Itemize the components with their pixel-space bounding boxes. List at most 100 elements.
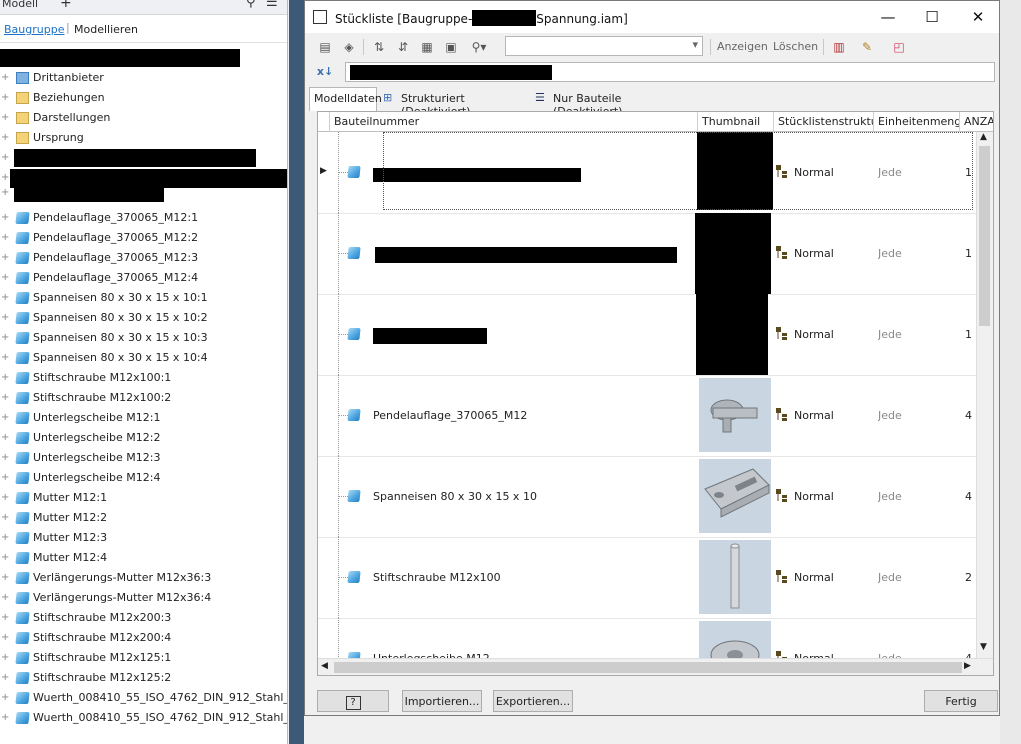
eraser-icon[interactable]: ◈ — [339, 37, 359, 57]
expand-icon[interactable]: + — [1, 288, 9, 308]
part-number-cell[interactable]: Spanneisen 80 x 30 x 15 x 10 — [373, 456, 688, 537]
tree-item[interactable]: + Stiftschraube M12x100:1 — [0, 368, 287, 388]
column-header-anzahl[interactable]: ANZAHL — [960, 112, 993, 132]
expand-icon[interactable]: + — [1, 468, 9, 488]
tab-strukturiert[interactable]: ⊞ Strukturiert (Deaktiviert) — [381, 89, 529, 118]
expand-icon[interactable]: + — [1, 488, 9, 508]
table-row[interactable]: Normal Jede 1 — [318, 213, 976, 295]
table-row[interactable]: Stiftschraube M12x100 Normal Jede 2 — [318, 537, 976, 619]
tree-item[interactable]: + Verlängerungs-Mutter M12x36:3 — [0, 568, 287, 588]
tree-item[interactable]: + — [0, 183, 287, 203]
part-list-icon[interactable]: ◰ — [889, 37, 909, 57]
structure-cell[interactable]: Normal — [794, 294, 870, 375]
tree-item[interactable]: + Spanneisen 80 x 30 x 15 x 10:3 — [0, 328, 287, 348]
tree-item[interactable]: + Ursprung — [0, 128, 287, 148]
view-filter-select[interactable]: ▾ — [505, 36, 703, 56]
column-chooser-icon[interactable]: ▥ — [829, 37, 849, 57]
filter-input[interactable] — [345, 62, 995, 82]
expand-icon[interactable]: + — [1, 628, 9, 648]
tree-item[interactable]: + Drittanbieter — [0, 68, 287, 88]
tree-item[interactable]: + Stiftschraube M12x125:1 — [0, 648, 287, 668]
unit-cell[interactable]: Jede — [878, 294, 958, 375]
structure-cell[interactable]: Normal — [794, 456, 870, 537]
tree-item[interactable]: + Verlängerungs-Mutter M12x36:4 — [0, 588, 287, 608]
tree-item[interactable]: + Mutter M12:1 — [0, 488, 287, 508]
delete-button[interactable]: Löschen — [773, 40, 818, 53]
expand-icon[interactable]: + — [1, 608, 9, 628]
tree-item[interactable]: + Unterlegscheibe M12:3 — [0, 448, 287, 468]
structure-cell[interactable]: Normal — [794, 537, 870, 618]
part-number-cell[interactable]: Stiftschraube M12x100 — [373, 537, 688, 618]
close-button[interactable]: ✕ — [963, 7, 993, 27]
tree-item[interactable]: + Mutter M12:4 — [0, 548, 287, 568]
expand-icon[interactable]: + — [1, 208, 9, 228]
column-header-struktur[interactable]: Stücklistenstruktur — [774, 112, 874, 132]
maximize-button[interactable]: ☐ — [917, 7, 947, 27]
tree-item[interactable]: + Mutter M12:3 — [0, 528, 287, 548]
bom-view-icon[interactable]: ▤ — [315, 37, 335, 57]
renumber-icon[interactable]: ▣ — [441, 37, 461, 57]
scroll-right-icon[interactable]: ▶ — [964, 661, 971, 671]
tree-item[interactable]: + Spanneisen 80 x 30 x 15 x 10:1 — [0, 288, 287, 308]
tree-item[interactable]: + Pendelauflage_370065_M12:2 — [0, 228, 287, 248]
expand-icon[interactable]: + — [1, 448, 9, 468]
expand-icon[interactable]: + — [1, 128, 9, 148]
expand-icon[interactable]: + — [1, 408, 9, 428]
sort-descending-icon[interactable]: ⇵ — [393, 37, 413, 57]
expand-icon[interactable]: + — [1, 183, 9, 203]
vertical-scrollbar[interactable]: ▲ ▼ — [976, 132, 993, 660]
expand-icon[interactable]: + — [1, 148, 9, 168]
scroll-down-icon[interactable]: ▼ — [980, 642, 987, 652]
horizontal-scrollbar[interactable]: ◀ ▶ — [318, 658, 993, 675]
expand-icon[interactable]: + — [1, 588, 9, 608]
expand-icon[interactable]: + — [1, 508, 9, 528]
table-row[interactable]: Normal Jede 1 — [318, 294, 976, 376]
minimize-button[interactable]: — — [873, 7, 903, 27]
find-dropdown-icon[interactable]: ⚲▾ — [465, 37, 493, 57]
tree-item[interactable]: + Wuerth_008410_55_ISO_4762_DIN_912_Stahl… — [0, 688, 287, 708]
tree-item[interactable]: + Stiftschraube M12x100:2 — [0, 388, 287, 408]
expand-icon[interactable]: + — [1, 268, 9, 288]
menu-icon[interactable]: ☰ — [266, 0, 278, 10]
hscrollbar-thumb[interactable] — [334, 662, 962, 673]
tree-item[interactable]: + Wuerth_008410_55_ISO_4762_DIN_912_Stahl… — [0, 708, 287, 728]
help-button[interactable]: ? — [317, 690, 389, 712]
tree-item[interactable]: + Stiftschraube M12x125:2 — [0, 668, 287, 688]
unit-cell[interactable]: Jede — [878, 456, 958, 537]
expand-icon[interactable]: + — [1, 528, 9, 548]
export-button[interactable]: Exportieren... — [493, 690, 573, 712]
table-row[interactable]: Spanneisen 80 x 30 x 15 x 10 Normal Jede 4 — [318, 456, 976, 538]
search-icon[interactable]: ⚲ — [246, 0, 256, 10]
expand-icon[interactable]: + — [1, 108, 9, 128]
sort-ascending-icon[interactable]: ⇅ — [369, 37, 389, 57]
tree-item[interactable]: + Unterlegscheibe M12:1 — [0, 408, 287, 428]
unit-cell[interactable]: Jede — [878, 537, 958, 618]
tab-baugruppe[interactable]: Baugruppe — [4, 23, 64, 36]
scrollbar-thumb[interactable] — [979, 146, 990, 326]
tree-item[interactable]: + Darstellungen — [0, 108, 287, 128]
expand-icon[interactable]: + — [1, 548, 9, 568]
expand-icon[interactable]: + — [1, 688, 9, 708]
expand-icon[interactable]: + — [1, 648, 9, 668]
column-header-bauteilnummer[interactable]: Bauteilnummer — [330, 112, 698, 132]
tree-item[interactable]: + Pendelauflage_370065_M12:4 — [0, 268, 287, 288]
tree-item[interactable]: + Spanneisen 80 x 30 x 15 x 10:2 — [0, 308, 287, 328]
export-icon[interactable]: ✎ — [857, 37, 877, 57]
table-row[interactable]: Pendelauflage_370065_M12 Normal Jede 4 — [318, 375, 976, 457]
expand-icon[interactable]: + — [1, 388, 9, 408]
expand-icon[interactable]: + — [1, 328, 9, 348]
tree-item[interactable]: + Pendelauflage_370065_M12:3 — [0, 248, 287, 268]
tree-item[interactable]: + Spanneisen 80 x 30 x 15 x 10:4 — [0, 348, 287, 368]
tree-item[interactable]: + — [0, 48, 287, 68]
tree-item[interactable]: + Stiftschraube M12x200:3 — [0, 608, 287, 628]
expand-icon[interactable]: + — [1, 308, 9, 328]
done-button[interactable]: Fertig — [924, 690, 998, 712]
unit-cell[interactable]: Jede — [878, 213, 958, 294]
expand-icon[interactable]: + — [1, 568, 9, 588]
scroll-up-icon[interactable]: ▲ — [980, 132, 987, 142]
expand-icon[interactable]: + — [1, 348, 9, 368]
item-number-icon[interactable]: ▦ — [417, 37, 437, 57]
expand-icon[interactable]: + — [1, 88, 9, 108]
structure-cell[interactable]: Normal — [794, 375, 870, 456]
part-number-cell[interactable]: Pendelauflage_370065_M12 — [373, 375, 688, 456]
